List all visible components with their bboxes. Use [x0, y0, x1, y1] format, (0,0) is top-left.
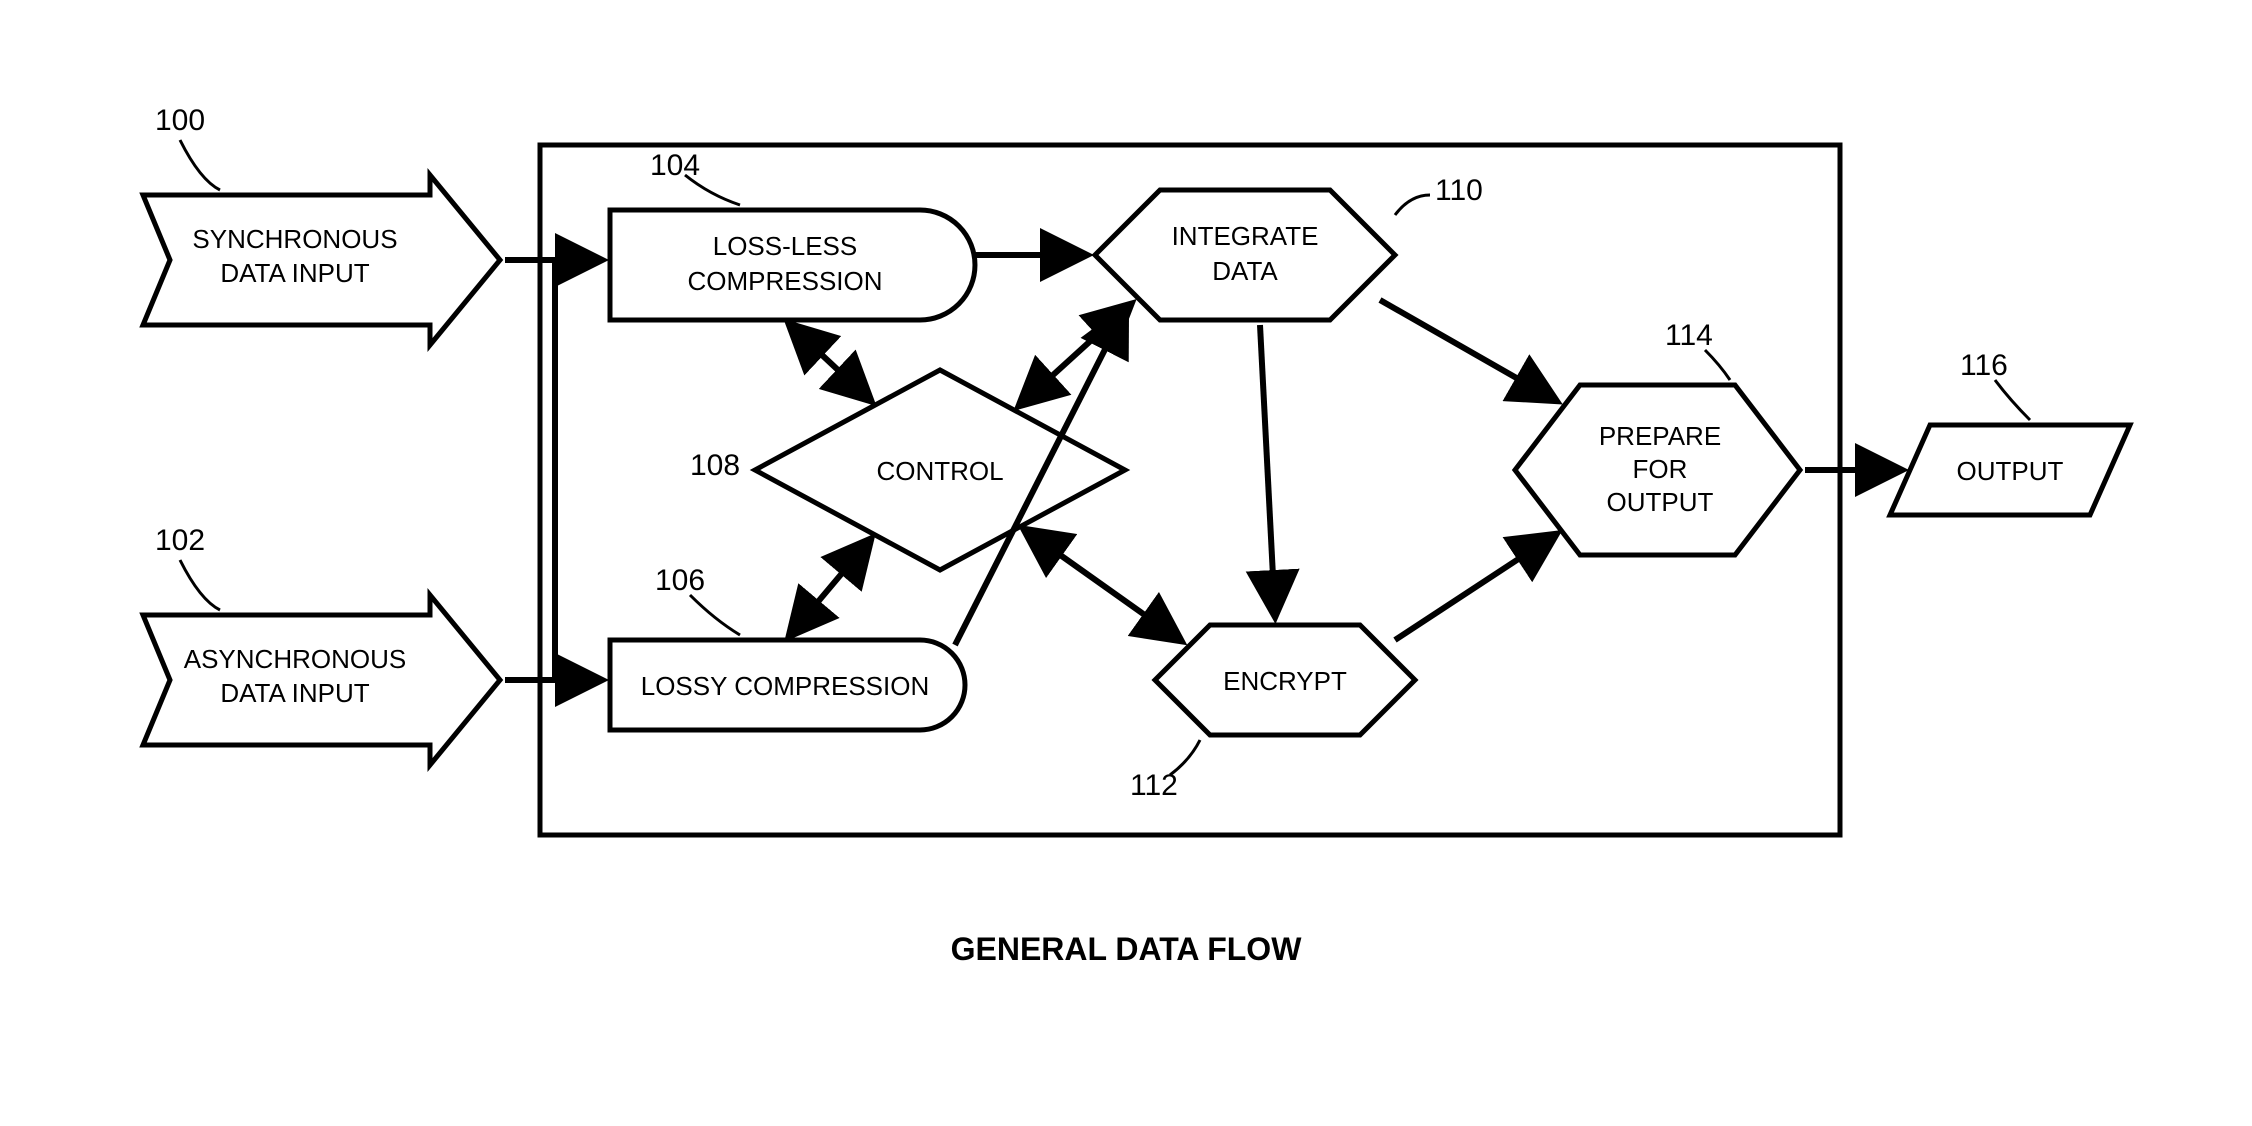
prepare-shape: PREPARE FOR OUTPUT: [1515, 385, 1800, 555]
prepare-label-1: PREPARE: [1599, 421, 1721, 451]
output-shape: OUTPUT: [1890, 425, 2130, 515]
ref-116: 116: [1960, 349, 2008, 382]
integrate-label-2: DATA: [1212, 256, 1278, 286]
lossy-shape: LOSSY COMPRESSION: [610, 640, 965, 730]
ref-112: 112: [1130, 769, 1178, 802]
encrypt-label: ENCRYPT: [1223, 666, 1347, 696]
lossless-label-1: LOSS-LESS: [713, 231, 858, 261]
ref-114: 114: [1665, 319, 1713, 352]
ref-108: 108: [690, 449, 740, 482]
sync-input-label-2: DATA INPUT: [220, 258, 369, 288]
output-label: OUTPUT: [1957, 456, 2064, 486]
ref-100: 100: [155, 104, 205, 137]
ref-102: 102: [155, 524, 205, 557]
diagram-title: GENERAL DATA FLOW: [951, 931, 1303, 967]
ref-106: 106: [655, 564, 705, 597]
lossy-label: LOSSY COMPRESSION: [641, 671, 930, 701]
ref-110: 110: [1435, 174, 1483, 207]
leader-102: [180, 560, 220, 610]
integrate-label-1: INTEGRATE: [1172, 221, 1319, 251]
integrate-shape: INTEGRATE DATA: [1095, 190, 1395, 320]
control-label: CONTROL: [876, 456, 1003, 486]
async-input-label-1: ASYNCHRONOUS: [184, 644, 406, 674]
prepare-label-2: FOR: [1633, 454, 1688, 484]
encrypt-shape: ENCRYPT: [1155, 625, 1415, 735]
prepare-label-3: OUTPUT: [1607, 487, 1714, 517]
sync-input-label-1: SYNCHRONOUS: [192, 224, 397, 254]
sync-input-shape: SYNCHRONOUS DATA INPUT: [143, 175, 500, 345]
lossless-label-2: COMPRESSION: [687, 266, 882, 296]
ref-104: 104: [650, 149, 700, 182]
leader-116: [1995, 380, 2030, 420]
async-input-label-2: DATA INPUT: [220, 678, 369, 708]
leader-100: [180, 140, 220, 190]
async-input-shape: ASYNCHRONOUS DATA INPUT: [143, 595, 500, 765]
diagram-canvas: SYNCHRONOUS DATA INPUT 100 ASYNCHRONOUS …: [0, 0, 2252, 1126]
lossless-shape: LOSS-LESS COMPRESSION: [610, 210, 975, 320]
